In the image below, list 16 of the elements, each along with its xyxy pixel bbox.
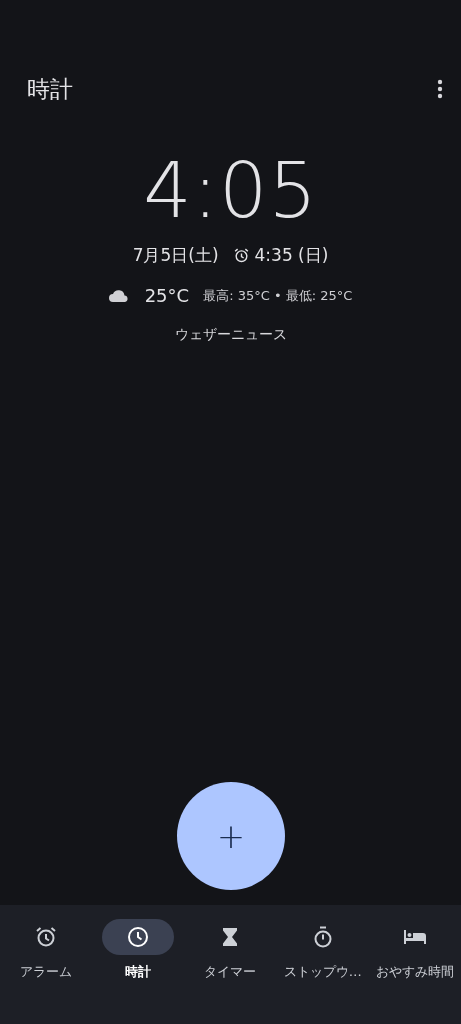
cloud-icon (108, 289, 129, 302)
clock-icon (126, 925, 151, 949)
nav-tab[interactable]: アラーム (0, 919, 93, 981)
nav-tab[interactable]: おやすみ時間 (368, 919, 461, 981)
date-text: 7月5日(土) (132, 244, 219, 267)
app-title: 時計 (27, 74, 73, 104)
nav-tab[interactable]: タイマー (184, 919, 277, 981)
alarm-clock-icon (232, 247, 250, 264)
nav-tab[interactable]: 時計 (92, 919, 185, 981)
next-alarm-time: 4:35 (日) (254, 244, 329, 267)
weather-news-link[interactable]: ウェザーニュース (174, 326, 287, 344)
add-button[interactable]: + (177, 782, 285, 890)
temperature: 25°C (144, 285, 190, 306)
nav-tab[interactable]: ストップウ… (276, 919, 369, 981)
temperature-range: 最高: 35°C • 最低: 25°C (203, 286, 353, 305)
current-time: 4:05 (143, 146, 318, 236)
